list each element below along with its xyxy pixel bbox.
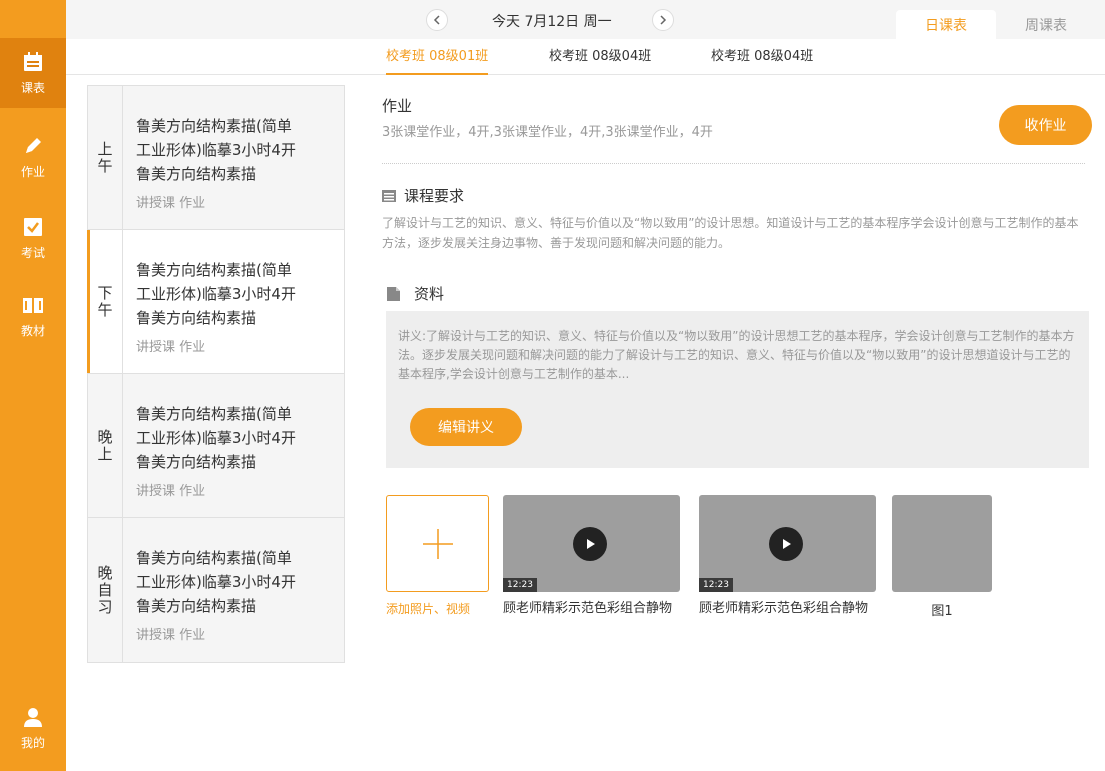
book-icon [23, 297, 43, 313]
sidebar-item-textbook[interactable]: 教材 [0, 281, 66, 351]
slot-title-line: 工业形体)临摹3小时4开 [136, 573, 296, 591]
video-duration: 12:23 [503, 578, 537, 592]
play-icon [573, 527, 607, 561]
top-bar: 今天 7月12日 周一 日课表 周课表 [66, 0, 1105, 39]
media-gallery: 添加照片、视频 12:23 顾老师精彩示范色彩组合静物 12:23 顾老师精彩示… [386, 495, 1096, 645]
slot-title-line: 鲁美方向结构素描 [136, 597, 257, 615]
image-thumbnail[interactable] [892, 495, 992, 592]
collect-homework-button[interactable]: 收作业 [999, 105, 1092, 145]
sidebar: 课表 作业 考试 教材 我的 [0, 0, 66, 771]
video-thumbnail[interactable]: 12:23 [699, 495, 876, 592]
materials-text: 讲义:了解设计与工艺的知识、意义、特征与价值以及“物以致用”的设计思想工艺的基本… [398, 329, 1075, 381]
sidebar-item-label: 我的 [20, 735, 45, 750]
slot-title-line: 鲁美方向结构素描 [136, 453, 257, 471]
section-title: 资料 [414, 285, 445, 303]
slot-period: 上午 [88, 86, 123, 229]
edit-handout-button[interactable]: 编辑讲义 [410, 408, 522, 446]
tab-class-3[interactable]: 校考班 08级04班 [711, 45, 813, 75]
slot-title-line: 工业形体)临摹3小时4开 [136, 285, 296, 303]
tab-weekly-schedule[interactable]: 周课表 [996, 10, 1096, 39]
slot-title-line: 鲁美方向结构素描(简单 [136, 405, 292, 423]
sidebar-item-label: 作业 [20, 164, 45, 179]
course-requirements-text: 了解设计与工艺的知识、意义、特征与价值以及“物以致用”的设计思想。知道设计与工艺… [382, 216, 1079, 250]
slot-title: 鲁美方向结构素描(简单 工业形体)临摹3小时4开 鲁美方向结构素描 [136, 402, 336, 474]
video-caption: 顾老师精彩示范色彩组合静物 [699, 601, 869, 616]
video-thumbnail[interactable]: 12:23 [503, 495, 680, 592]
checkbox-icon [24, 217, 42, 236]
document-icon [387, 286, 400, 301]
slot-meta: 讲授课 作业 [136, 484, 206, 499]
user-icon [24, 707, 42, 727]
calendar-icon [24, 51, 42, 71]
slot-title-line: 鲁美方向结构素描 [136, 309, 257, 327]
slot-title: 鲁美方向结构素描(简单 工业形体)临摹3小时4开 鲁美方向结构素描 [136, 258, 336, 330]
slot-title-line: 工业形体)临摹3小时4开 [136, 141, 296, 159]
divider [382, 163, 1085, 164]
sidebar-item-label: 课表 [20, 80, 45, 95]
slot-title: 鲁美方向结构素描(简单 工业形体)临摹3小时4开 鲁美方向结构素描 [136, 546, 336, 618]
schedule-slot-morning[interactable]: 上午 鲁美方向结构素描(简单 工业形体)临摹3小时4开 鲁美方向结构素描 讲授课… [88, 86, 344, 230]
list-icon [382, 189, 396, 202]
sidebar-item-profile[interactable]: 我的 [0, 693, 66, 763]
sidebar-item-label: 考试 [20, 245, 45, 260]
materials-panel: 讲义:了解设计与工艺的知识、意义、特征与价值以及“物以致用”的设计思想工艺的基本… [386, 311, 1089, 468]
add-media-button[interactable] [386, 495, 489, 592]
tab-daily-schedule[interactable]: 日课表 [896, 10, 996, 39]
pencil-icon [26, 137, 41, 153]
prev-day-button[interactable] [426, 9, 448, 31]
schedule-slot-self-study[interactable]: 晚自习 鲁美方向结构素描(简单 工业形体)临摹3小时4开 鲁美方向结构素描 讲授… [88, 518, 344, 662]
slot-meta: 讲授课 作业 [136, 340, 206, 355]
homework-description: 3张课堂作业，4开,3张课堂作业，4开,3张课堂作业，4开 [382, 125, 713, 140]
materials-heading: 资料 [386, 283, 444, 304]
sidebar-item-label: 教材 [20, 323, 45, 338]
next-day-button[interactable] [652, 9, 674, 31]
current-date: 今天 7月12日 周一 [492, 14, 612, 30]
slot-title-line: 鲁美方向结构素描(简单 [136, 549, 292, 567]
video-caption: 顾老师精彩示范色彩组合静物 [503, 601, 673, 616]
video-duration: 12:23 [699, 578, 733, 592]
class-tabs: 校考班 08级01班 校考班 08级04班 校考班 08级04班 [66, 39, 1105, 75]
schedule-list: 上午 鲁美方向结构素描(简单 工业形体)临摹3小时4开 鲁美方向结构素描 讲授课… [87, 85, 345, 663]
play-icon [769, 527, 803, 561]
slot-meta: 讲授课 作业 [136, 196, 206, 211]
slot-title-line: 鲁美方向结构素描(简单 [136, 117, 292, 135]
slot-title-line: 鲁美方向结构素描(简单 [136, 261, 292, 279]
schedule-slot-evening[interactable]: 晚上 鲁美方向结构素描(简单 工业形体)临摹3小时4开 鲁美方向结构素描 讲授课… [88, 374, 344, 518]
section-title: 课程要求 [404, 187, 465, 205]
slot-period: 下午 [88, 230, 123, 373]
sidebar-item-schedule[interactable]: 课表 [0, 38, 66, 108]
slot-title-line: 鲁美方向结构素描 [136, 165, 257, 183]
slot-title-line: 工业形体)临摹3小时4开 [136, 429, 296, 447]
sidebar-item-homework[interactable]: 作业 [0, 122, 66, 192]
tab-class-1[interactable]: 校考班 08级01班 [386, 45, 489, 75]
slot-meta: 讲授课 作业 [136, 628, 206, 643]
slot-title: 鲁美方向结构素描(简单 工业形体)临摹3小时4开 鲁美方向结构素描 [136, 114, 336, 186]
course-requirements-heading: 课程要求 [382, 185, 464, 206]
slot-period: 晚上 [88, 374, 123, 517]
slot-period: 晚自习 [88, 518, 123, 662]
schedule-slot-afternoon[interactable]: 下午 鲁美方向结构素描(简单 工业形体)临摹3小时4开 鲁美方向结构素描 讲授课… [87, 230, 344, 374]
tab-class-2[interactable]: 校考班 08级04班 [549, 45, 651, 75]
chevron-right-icon [660, 15, 667, 25]
plus-icon [422, 528, 453, 559]
chevron-left-icon [433, 15, 440, 25]
image-caption: 图1 [931, 604, 953, 619]
sidebar-item-exam[interactable]: 考试 [0, 203, 66, 273]
add-media-label: 添加照片、视频 [386, 602, 471, 616]
homework-title: 作业 [382, 97, 413, 115]
